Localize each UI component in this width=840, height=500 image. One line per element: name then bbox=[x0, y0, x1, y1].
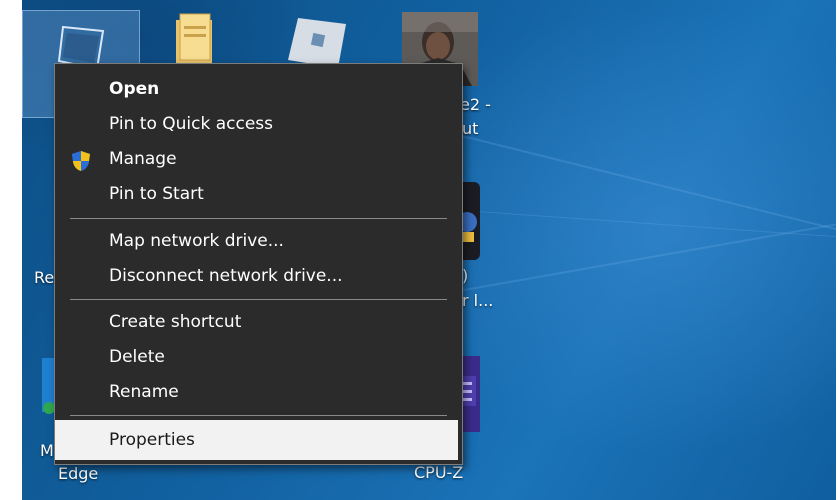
menu-item-label: Open bbox=[109, 79, 160, 99]
menu-item-label: Pin to Start bbox=[109, 184, 204, 204]
wallpaper-beam bbox=[461, 210, 836, 274]
photo-label: ut bbox=[462, 119, 479, 138]
photo-label: e2 - bbox=[460, 95, 491, 114]
menu-item-pin-start[interactable]: Pin to Start bbox=[55, 177, 462, 212]
menu-item-label: Disconnect network drive... bbox=[109, 266, 343, 286]
menu-separator bbox=[70, 299, 447, 300]
menu-item-manage[interactable]: Manage bbox=[55, 142, 462, 177]
menu-item-label: Rename bbox=[109, 382, 179, 402]
menu-item-label: Create shortcut bbox=[109, 312, 242, 332]
menu-item-rename[interactable]: Rename bbox=[55, 375, 462, 410]
edge-label: M bbox=[40, 441, 54, 460]
menu-item-label: Properties bbox=[109, 430, 195, 450]
recycle-bin-label: Re bbox=[34, 268, 55, 287]
menu-separator bbox=[70, 415, 447, 416]
context-menu: Open Pin to Quick access Manage Pin to S… bbox=[54, 63, 463, 465]
menu-item-open[interactable]: Open bbox=[55, 72, 462, 107]
menu-separator bbox=[70, 218, 447, 219]
menu-item-label: Delete bbox=[109, 347, 165, 367]
app-label: r l... bbox=[462, 291, 494, 310]
menu-item-create-shortcut[interactable]: Create shortcut bbox=[55, 305, 462, 340]
cpuz-label: CPU-Z bbox=[414, 463, 464, 482]
uac-shield-icon bbox=[72, 151, 90, 171]
menu-item-properties[interactable]: Properties bbox=[55, 420, 458, 460]
menu-item-disconnect-network-drive[interactable]: Disconnect network drive... bbox=[55, 259, 462, 294]
menu-item-delete[interactable]: Delete bbox=[55, 340, 462, 375]
menu-item-map-network-drive[interactable]: Map network drive... bbox=[55, 224, 462, 259]
recycle-bin-icon[interactable] bbox=[42, 185, 54, 245]
edge-label: Edge bbox=[58, 464, 99, 483]
desktop: e2 - ut ) r l... Re CPU-Z M Edge Open Pi… bbox=[22, 0, 836, 500]
menu-item-label: Manage bbox=[109, 149, 177, 169]
menu-item-label: Map network drive... bbox=[109, 231, 284, 251]
menu-item-label: Pin to Quick access bbox=[109, 114, 274, 134]
menu-item-pin-quick-access[interactable]: Pin to Quick access bbox=[55, 107, 462, 142]
